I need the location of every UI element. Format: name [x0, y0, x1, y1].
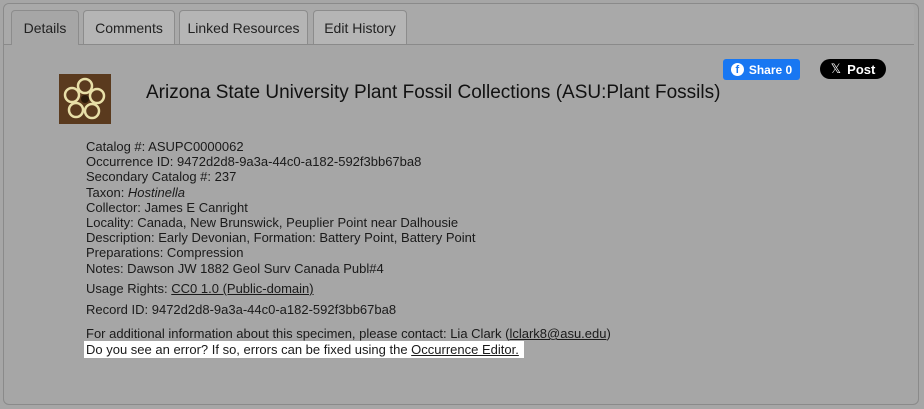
record-id: Record ID: 9472d2d8-9a3a-44c0-a182-592f3… [86, 302, 397, 317]
catalog-number: Catalog #: ASUPC0000062 [86, 139, 244, 154]
specimen-fields: Catalog #: ASUPC0000062 Occurrence ID: 9… [86, 139, 475, 276]
preparations: Preparations: Compression [86, 245, 244, 261]
error-notice: Do you see an error? If so, errors can b… [84, 341, 524, 358]
post-label: Post [847, 61, 876, 77]
tab-linked-resources[interactable]: Linked Resources [179, 10, 308, 44]
tab-divider [4, 44, 914, 45]
usage-rights: Usage Rights: CC0 1.0 (Public-domain) [86, 281, 314, 296]
taxon: Taxon: Hostinella [86, 185, 475, 200]
tab-details[interactable]: Details [11, 10, 79, 45]
usage-rights-link[interactable]: CC0 1.0 (Public-domain) [171, 281, 313, 296]
taxon-value: Hostinella [127, 184, 186, 200]
contact-text: For additional information about this sp… [86, 326, 510, 341]
tab-comments[interactable]: Comments [83, 10, 175, 44]
facebook-icon: f [730, 63, 744, 76]
contact-email-link[interactable]: lclark8@asu.edu [509, 326, 606, 341]
facebook-share-button[interactable]: f Share 0 [723, 59, 800, 80]
contact-close: ) [606, 326, 611, 341]
x-post-button[interactable]: 𝕏 Post [820, 59, 886, 79]
notes: Notes: Dawson JW 1882 Geol Surv Canada P… [86, 260, 384, 276]
x-icon: 𝕏 [830, 61, 842, 76]
usage-rights-label: Usage Rights: [86, 281, 172, 296]
share-label: Share 0 [748, 62, 793, 77]
error-text: Do you see an error? If so, errors can b… [86, 342, 412, 357]
secondary-catalog-number: Secondary Catalog #: 237 [86, 169, 237, 185]
occurrence-id: Occurrence ID: 9472d2d8-9a3a-44c0-a182-5… [86, 154, 422, 170]
contact-info: For additional information about this sp… [86, 326, 611, 341]
collector: Collector: James E Canright [86, 199, 248, 215]
collection-title: Arizona State University Plant Fossil Co… [146, 82, 721, 103]
description: Description: Early Devonian, Formation: … [86, 230, 476, 246]
taxon-label: Taxon: [86, 184, 128, 200]
collection-logo [59, 74, 111, 124]
occurrence-editor-link[interactable]: Occurrence Editor. [411, 342, 519, 357]
locality: Locality: Canada, New Brunswick, Peuplie… [86, 214, 459, 230]
tab-edit-history[interactable]: Edit History [313, 10, 407, 44]
